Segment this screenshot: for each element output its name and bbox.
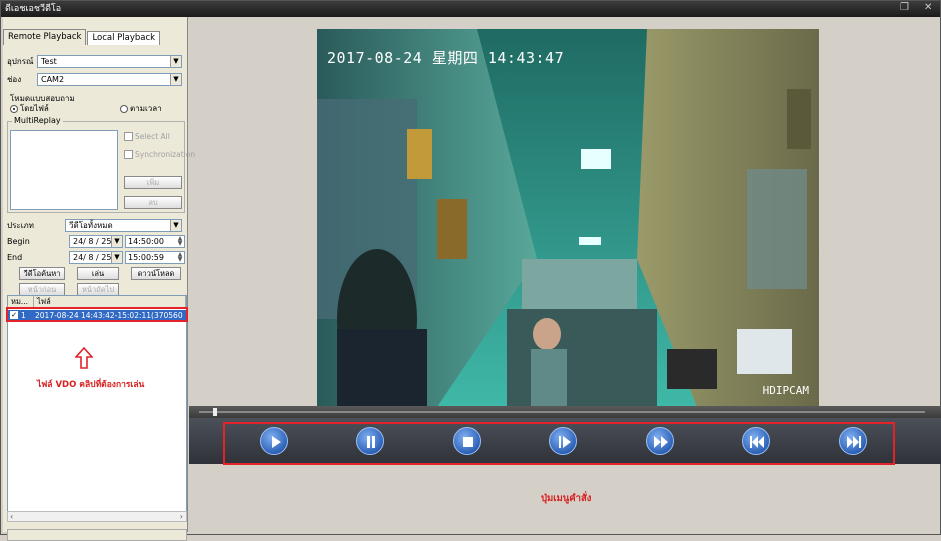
radio-by-file-label: โดยไฟล์ [20,104,49,113]
file-highlight-box [6,307,188,322]
select-all-label: Select All [135,132,170,141]
seek-bar[interactable] [189,406,941,418]
end-label: End [7,253,23,262]
file-list: หม... ไฟล์ ✓ 1 2017-08-24 14:43:42-15:02… [7,295,187,513]
horizontal-scrollbar[interactable]: ‹ › [7,511,187,522]
checkbox-icon [124,132,133,141]
chevron-right-icon[interactable]: › [180,512,183,521]
end-row: End 24/ 8 / 256 ▼ 15:00:59 ▲ ▼ [7,251,185,264]
radio-by-time-label: ตามเวลา [130,104,162,113]
multireplay-group: MultiReplay Select All Synchronization เ… [7,116,195,213]
chevron-left-icon[interactable]: ‹ [10,512,13,521]
type-value: วีดีโอทั้งหมด [69,221,113,230]
device-select[interactable]: Test ▼ [37,55,182,68]
camera-name: HDIPCAM [762,384,809,397]
device-value: Test [41,57,57,66]
left-panel: Remote Playback Local Playback อุปกรณ์ T… [3,17,195,541]
restore-icon[interactable]: ❐ [900,3,910,13]
begin-time[interactable]: 14:50:00 ▲ ▼ [125,235,185,248]
begin-time-value: 14:50:00 [128,237,164,246]
spinner-icon[interactable]: ▲ ▼ [176,236,184,247]
chevron-down-icon: ▼ [170,56,181,67]
window-title: ดีเอชเอชวีดีโอ [5,4,62,14]
seek-handle[interactable] [213,408,217,416]
sync-label: Synchronization [135,150,196,159]
tab-remote-playback[interactable]: Remote Playback [3,29,87,45]
begin-date[interactable]: 24/ 8 / 256 ▼ [69,235,123,248]
chevron-down-icon: ▼ [111,236,122,247]
playback-tabs: Remote Playback Local Playback [3,29,161,45]
close-icon[interactable]: ✕ [924,3,934,13]
seek-track[interactable] [199,411,925,413]
mode-group: โหมดแบบสอบถาม โดยไฟล์ ตามเวลา [7,94,183,115]
add-button[interactable]: เพิ่ม [124,176,182,189]
begin-label: Begin [7,237,30,246]
sync-checkbox[interactable]: Synchronization [124,150,195,159]
begin-row: Begin 24/ 8 / 256 ▼ 14:50:00 ▲ ▼ [7,235,185,248]
video-frame [317,29,819,407]
up-arrow-icon [75,347,93,369]
channel-value: CAM2 [41,75,65,84]
video-view[interactable]: 2017-08-24 星期四 14:43:47 HDIPCAM [317,29,819,407]
chevron-down-icon: ▼ [111,252,122,263]
app-window: ดีเอชเอชวีดีโอ ❐ ✕ Remote Playback Local… [0,0,941,541]
end-time[interactable]: 15:00:59 ▲ ▼ [125,251,185,264]
status-bar [7,529,187,541]
channel-label: ช่อง [7,75,22,84]
device-label: อุปกรณ์ [7,57,34,66]
chevron-down-icon: ▼ [170,220,181,231]
multireplay-list[interactable] [10,130,118,210]
select-all-checkbox[interactable]: Select All [124,132,170,141]
end-date[interactable]: 24/ 8 / 256 ▼ [69,251,123,264]
radio-dot-icon [120,104,128,113]
multireplay-title: MultiReplay [12,116,63,125]
channel-select[interactable]: CAM2 ▼ [37,73,182,86]
channel-row: ช่อง CAM2 ▼ [7,73,182,86]
controls-highlight-box [223,422,895,465]
controls-annotation: ปุ่มเมนูคำสั่ง [541,493,592,504]
radio-dot-icon [10,104,18,113]
title-bar: ดีเอชเอชวีดีโอ ❐ ✕ [1,1,940,17]
type-label: ประเภท [7,221,34,230]
search-button[interactable]: วีดีโอค้นหา [19,267,65,280]
spinner-icon[interactable]: ▲ ▼ [176,252,184,263]
download-button[interactable]: ดาวน์โหลด [131,267,181,280]
radio-by-file[interactable]: โดยไฟล์ [10,102,49,115]
radio-by-time[interactable]: ตามเวลา [120,102,162,115]
delete-button[interactable]: ลบ [124,196,182,209]
play-button[interactable]: เล่น [77,267,119,280]
type-row: ประเภท วีดีโอทั้งหมด ▼ [7,219,182,232]
col-number-header[interactable]: หม... [8,296,34,307]
device-row: อุปกรณ์ Test ▼ [7,55,182,68]
chevron-down-icon: ▼ [170,74,181,85]
video-timestamp: 2017-08-24 星期四 14:43:47 [327,49,565,67]
tab-local-playback[interactable]: Local Playback [87,31,161,45]
file-annotation: ไฟล์ VDO คลิปที่ต้องการเล่น [37,380,145,390]
checkbox-icon [124,150,133,159]
type-select[interactable]: วีดีโอทั้งหมด ▼ [65,219,182,232]
end-time-value: 15:00:59 [128,253,164,262]
col-file-header[interactable]: ไฟล์ [34,296,186,307]
